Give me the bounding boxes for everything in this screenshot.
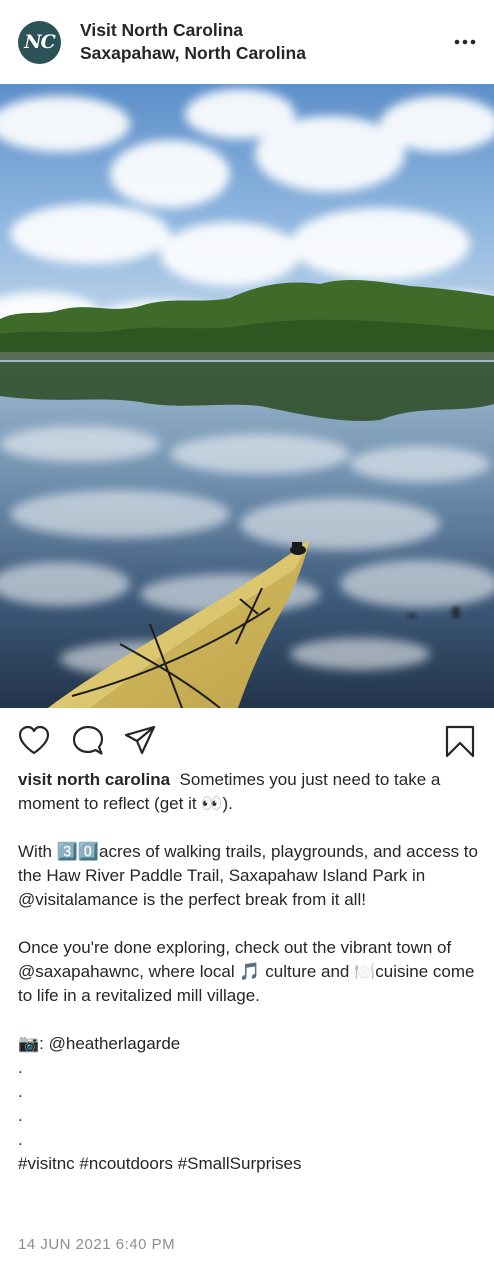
heart-icon[interactable] xyxy=(18,725,50,755)
caption-username[interactable]: visit north carolina xyxy=(18,770,170,789)
post-photo[interactable] xyxy=(0,84,494,708)
caption-first-line: visit north carolina Sometimes you just … xyxy=(18,768,478,816)
location-link[interactable]: Saxapahaw, North Carolina xyxy=(80,42,450,65)
avatar-logo-text: NC xyxy=(24,31,55,53)
header-text: Visit North Carolina Saxapahaw, North Ca… xyxy=(80,19,450,65)
post-header: NC Visit North Carolina Saxapahaw, North… xyxy=(0,0,494,84)
caption-dot: . xyxy=(18,1130,23,1149)
more-horizontal-icon xyxy=(454,39,476,45)
kayak-lake-photo xyxy=(0,84,494,708)
more-options-button[interactable] xyxy=(450,27,480,57)
caption-paragraph-3: Once you're done exploring, check out th… xyxy=(18,938,475,1005)
share-icon[interactable] xyxy=(124,725,156,755)
post-actions-bar xyxy=(0,708,494,770)
comment-icon[interactable] xyxy=(72,725,104,756)
caption-dot: . xyxy=(18,1058,23,1077)
caption-dot: . xyxy=(18,1082,23,1101)
post-caption: visit north carolina Sometimes you just … xyxy=(18,768,478,1176)
account-name[interactable]: Visit North Carolina xyxy=(80,19,450,42)
post-timestamp: 14 JUN 2021 6:40 PM xyxy=(18,1236,176,1253)
caption-dot: . xyxy=(18,1106,23,1125)
caption-photo-credit: 📷: @heatherlagarde xyxy=(18,1034,181,1053)
avatar[interactable]: NC xyxy=(18,20,61,64)
caption-hashtags[interactable]: #visitnc #ncoutdoors #SmallSurprises xyxy=(18,1152,478,1176)
caption-paragraph-2: With 3️⃣0️⃣acres of walking trails, play… xyxy=(18,842,478,909)
bookmark-icon[interactable] xyxy=(445,725,475,758)
